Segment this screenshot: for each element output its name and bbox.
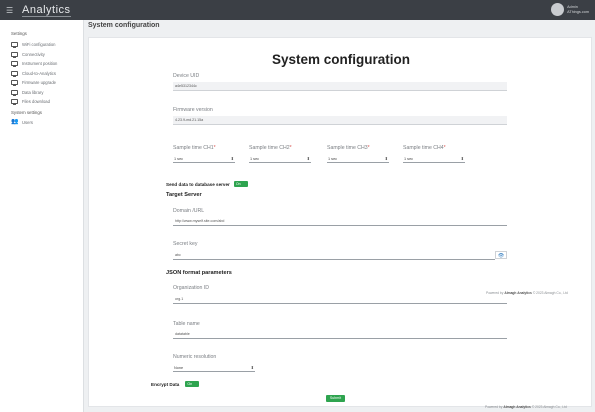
chevron-down-icon: ⬍	[250, 365, 254, 370]
footer: Powered by Almagh Analytics © 2023 Almag…	[485, 405, 567, 409]
table-name-label: Table name	[173, 321, 200, 327]
sample-ch4-label: Sample time CH4*	[403, 145, 446, 151]
sidebar-item-data-library[interactable]: Data library	[11, 88, 83, 98]
chevron-down-icon: ⬍	[230, 156, 234, 161]
chevron-down-icon: ⬍	[306, 156, 310, 161]
domain-label: Domain /URL	[173, 208, 205, 214]
monitor-icon	[11, 99, 18, 106]
encrypt-toggle[interactable]: On	[185, 381, 200, 387]
numeric-resolution-label: Numeric resolution	[173, 354, 217, 360]
config-card: System configuration Device UID a4e53123…	[88, 37, 592, 407]
monitor-icon	[11, 70, 18, 77]
sample-ch4-select[interactable]: 1 sec ⬍	[403, 155, 465, 163]
encrypt-row: Encrypt Data On	[151, 381, 200, 387]
hamburger-menu-icon[interactable]: ☰	[6, 6, 20, 15]
submit-button[interactable]: Submit	[326, 395, 345, 402]
secret-key-label: Secret key	[173, 241, 198, 247]
monitor-icon	[11, 51, 18, 58]
sidebar-item-instrument[interactable]: Instrument position	[11, 59, 83, 69]
secret-key-input[interactable]: abc	[173, 251, 495, 260]
monitor-icon	[11, 42, 18, 49]
firmware-field: 4.23.9-md.21.15a	[173, 116, 507, 125]
send-data-toggle[interactable]: On	[233, 181, 248, 187]
encrypt-label: Encrypt Data	[151, 381, 180, 387]
monitor-icon	[11, 80, 18, 87]
chevron-down-icon: ⬍	[460, 156, 464, 161]
sidebar-item-firmware[interactable]: Firmware upgrade	[11, 78, 83, 88]
organization-id-label: Organization ID	[173, 285, 210, 291]
target-server-heading: Target Server	[166, 192, 202, 198]
chevron-down-icon: ⬍	[384, 156, 388, 161]
sidebar-item-files[interactable]: Files download	[11, 97, 83, 107]
send-data-label: Send data to database server	[166, 181, 230, 187]
numeric-resolution-select[interactable]: None ⬍	[173, 364, 255, 372]
avatar[interactable]	[551, 3, 565, 16]
sample-ch2-label: Sample time CH2*	[249, 145, 292, 151]
sidebar-item-connectivity[interactable]: Connectivity	[11, 50, 83, 60]
sample-ch3-label: Sample time CH3*	[327, 145, 370, 151]
sample-ch3-select[interactable]: 1 sec ⬍	[327, 155, 389, 163]
send-data-row: Send data to database server On	[166, 181, 248, 187]
table-name-input[interactable]: datatable	[173, 330, 507, 339]
firmware-label: Firmware version	[173, 107, 213, 113]
device-uid-field: a4e5312344c	[173, 82, 507, 91]
sample-ch1-label: Sample time CH1*	[173, 145, 216, 151]
sidebar-item-users[interactable]: 👥 Users	[11, 118, 83, 128]
monitor-icon	[11, 89, 18, 96]
top-bar: ☰ Analytics Admin AThings.com	[0, 0, 595, 20]
device-uid-label: Device UID	[173, 73, 200, 79]
form-heading: System configuration	[271, 52, 411, 67]
sample-ch2-select[interactable]: 1 sec ⬍	[249, 155, 311, 163]
json-params-heading: JSON format parameters	[166, 270, 232, 276]
organization-id-input[interactable]: org.1	[173, 295, 507, 304]
user-menu[interactable]: Admin AThings.com	[551, 3, 589, 16]
app-brand[interactable]: Analytics	[22, 4, 71, 17]
sidebar: Settings WiFi configuration Connectivity…	[0, 20, 84, 412]
page-title: System configuration	[88, 22, 160, 29]
monitor-icon	[11, 61, 18, 68]
users-icon: 👥	[11, 118, 19, 125]
domain-input[interactable]: http://www.myself.site.com/abd	[173, 217, 507, 226]
sample-ch1-select[interactable]: 1 sec ⬍	[173, 155, 235, 163]
footer-inline: Powered by Almagh Analytics © 2023 Almag…	[486, 291, 568, 295]
show-password-eye-icon[interactable]: 👁	[495, 251, 507, 259]
sidebar-item-cloud[interactable]: Cloud-to-Analytics	[11, 69, 83, 79]
sidebar-item-wifi[interactable]: WiFi configuration	[11, 40, 83, 50]
user-role: AThings.com	[567, 9, 589, 14]
